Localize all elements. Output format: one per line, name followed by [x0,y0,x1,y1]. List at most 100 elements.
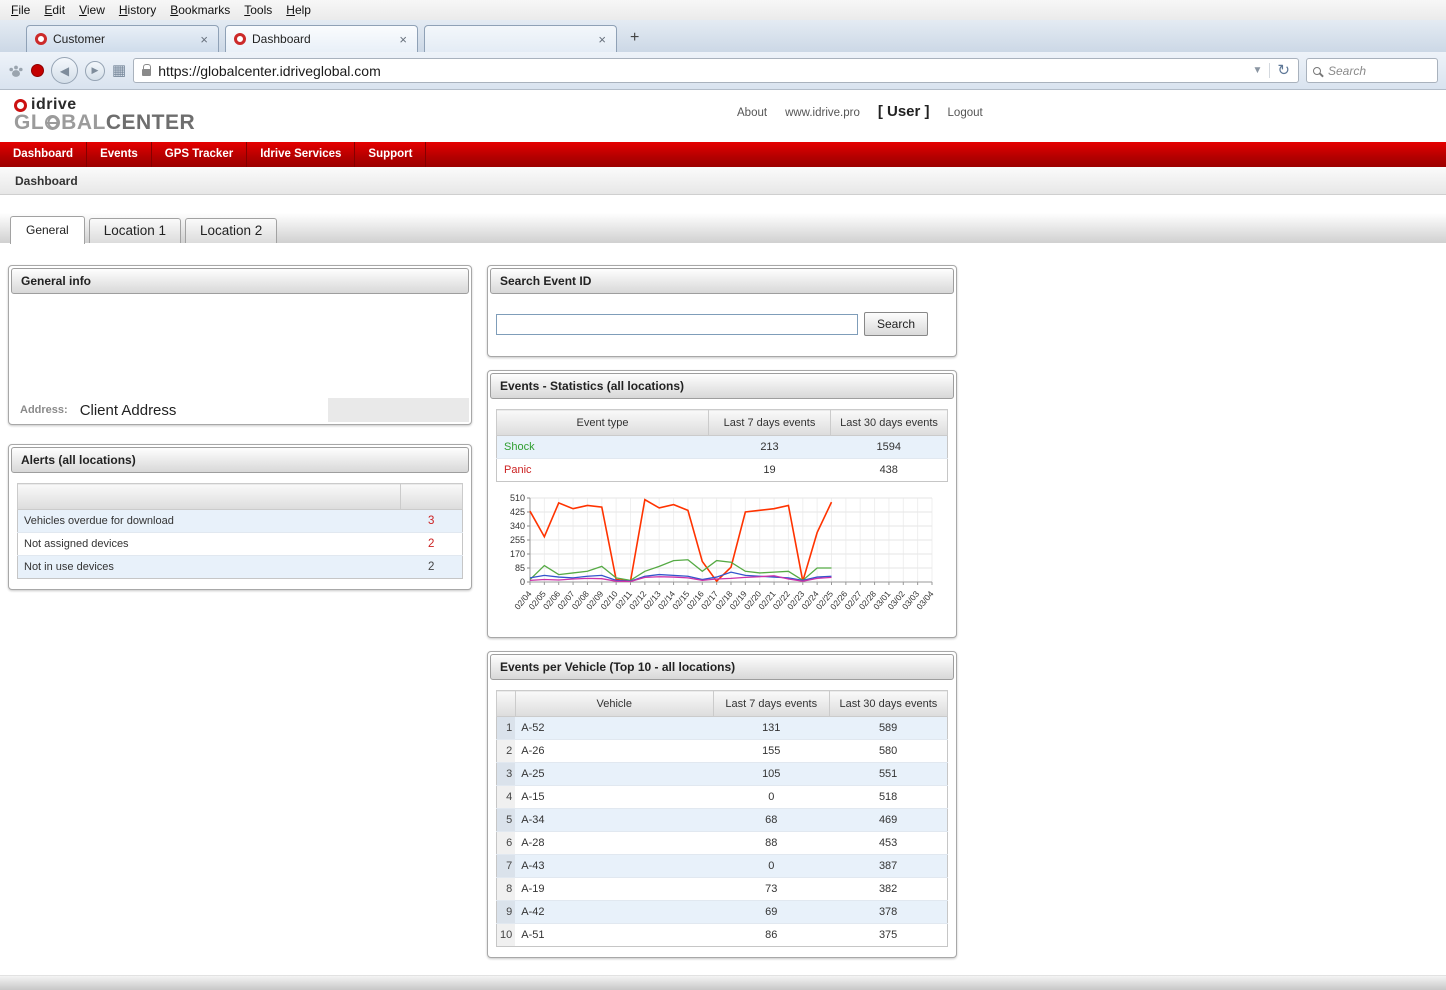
header-links: About www.idrive.pro [ User ] Logout [737,103,983,120]
top10-header-cell: Last 7 days events [713,691,829,717]
stats-header-cell: Event type [497,410,709,436]
svg-text:425: 425 [510,507,525,517]
statistics-table: Event typeLast 7 days eventsLast 30 days… [496,409,948,482]
top10-panel: Events per Vehicle (Top 10 - all locatio… [487,651,957,958]
vehicle-last30: 387 [829,855,947,878]
menu-help[interactable]: Help [279,1,318,19]
header-link-about[interactable]: About [737,107,767,119]
vehicle-last7: 86 [713,924,829,947]
url-dropdown-icon[interactable]: ▼ [1253,65,1263,76]
tab-close-icon[interactable]: × [596,32,608,47]
reload-icon[interactable]: ↻ [1269,63,1290,78]
vehicle-rank: 7 [497,855,516,878]
menu-history[interactable]: History [112,1,163,19]
right-column: Search Event ID Search Events - Statisti… [487,265,957,958]
url-bar[interactable]: https://globalcenter.idriveglobal.com ▼ … [133,58,1299,83]
site-header: idrive GL BAL CENTER About www.idrive.pro… [0,90,1446,142]
nav-events[interactable]: Events [87,142,152,167]
menu-view[interactable]: View [72,1,112,19]
stats-header-cell: Last 7 days events [709,410,831,436]
globe-icon [45,115,60,130]
svg-text:255: 255 [510,535,525,545]
vehicle-row: 10A-5186375 [497,924,948,947]
tab-location-1[interactable]: Location 1 [89,218,181,243]
menu-file[interactable]: File [4,1,37,19]
vehicle-name: A-26 [515,740,713,763]
vehicle-rank: 2 [497,740,516,763]
menu-tools[interactable]: Tools [237,1,279,19]
alerts-header-cell [401,484,463,510]
page-tab-strip: GeneralLocation 1Location 2 [0,213,1446,243]
tab-label: Dashboard [252,32,311,46]
sites-grid-icon[interactable]: ▦ [112,63,126,78]
web-page: idrive GL BAL CENTER About www.idrive.pro… [0,90,1446,958]
browser-tab-customer[interactable]: Customer × [26,25,219,52]
nav-idrive-services[interactable]: Idrive Services [247,142,355,167]
footer-bar [0,975,1446,990]
stats-last30: 438 [831,459,948,482]
logo-text-center: CENTER [106,112,195,133]
panel-title: Events per Vehicle (Top 10 - all locatio… [490,654,954,680]
menu-bookmarks[interactable]: Bookmarks [163,1,237,19]
header-link-user[interactable]: [ User ] [878,103,930,120]
event-id-input[interactable] [496,314,858,335]
vehicle-row: 8A-1973382 [497,878,948,901]
stats-event-type: Panic [497,459,709,482]
alert-label: Not assigned devices [18,533,401,556]
vehicle-name: A-52 [515,717,713,740]
vehicle-row: 7A-430387 [497,855,948,878]
header-link-logout[interactable]: Logout [948,107,983,119]
vehicle-last7: 131 [713,717,829,740]
alert-row[interactable]: Not in use devices2 [18,556,463,579]
url-text[interactable]: https://globalcenter.idriveglobal.com [158,63,381,79]
paw-icon[interactable] [8,63,24,79]
address-filler [328,398,469,422]
vehicle-last7: 155 [713,740,829,763]
tab-general[interactable]: General [10,216,85,244]
vehicle-last30: 382 [829,878,947,901]
header-link-site[interactable]: www.idrive.pro [785,107,860,119]
top10-header-cell: Vehicle [515,691,713,717]
events-chart: 08517025534042551002/0402/0502/0602/0702… [498,492,948,625]
vehicle-last7: 73 [713,878,829,901]
svg-text:0: 0 [520,577,525,587]
alert-row[interactable]: Vehicles overdue for download3 [18,510,463,533]
nav-dashboard[interactable]: Dashboard [0,142,87,167]
alert-row[interactable]: Not assigned devices2 [18,533,463,556]
svg-text:03/04: 03/04 [914,589,936,612]
vehicle-row: 5A-3468469 [497,809,948,832]
stats-row: Panic19438 [497,459,948,482]
tab-label: Customer [53,32,105,46]
vehicle-last7: 88 [713,832,829,855]
logo[interactable]: idrive GL BAL CENTER [0,90,195,133]
nav-gps-tracker[interactable]: GPS Tracker [152,142,247,167]
search-button[interactable]: Search [864,312,928,336]
new-tab-button[interactable]: + [623,29,646,47]
vehicle-name: A-43 [515,855,713,878]
browser-search-box[interactable] [1306,58,1438,83]
menu-edit[interactable]: Edit [37,1,72,19]
vehicle-name: A-28 [515,832,713,855]
search-event-panel: Search Event ID Search [487,265,957,357]
forward-button[interactable]: ▶ [85,61,105,81]
tab-close-icon[interactable]: × [397,32,409,47]
vehicle-last30: 453 [829,832,947,855]
browser-toolbar: ◀ ▶ ▦ https://globalcenter.idriveglobal.… [0,52,1446,90]
vehicle-last30: 580 [829,740,947,763]
vehicle-row: 3A-25105551 [497,763,948,786]
site-favicon-icon [234,33,246,45]
general-info-body: Address: Client Address [9,296,471,424]
search-event-body: Search [488,296,956,356]
tab-location-2[interactable]: Location 2 [185,218,277,243]
back-button[interactable]: ◀ [51,57,78,84]
record-icon[interactable] [31,64,44,77]
browser-tab-dashboard[interactable]: Dashboard × [225,25,418,52]
logo-bottom: GL BAL CENTER [14,112,195,133]
events-chart-svg: 08517025534042551002/0402/0502/0602/0702… [498,492,948,620]
tab-close-icon[interactable]: × [198,32,210,47]
vehicle-row: 9A-4269378 [497,901,948,924]
nav-support[interactable]: Support [355,142,426,167]
address-label: Address: [11,404,68,416]
browser-tab-blank[interactable]: × [424,25,617,52]
browser-search-input[interactable] [1326,63,1431,79]
